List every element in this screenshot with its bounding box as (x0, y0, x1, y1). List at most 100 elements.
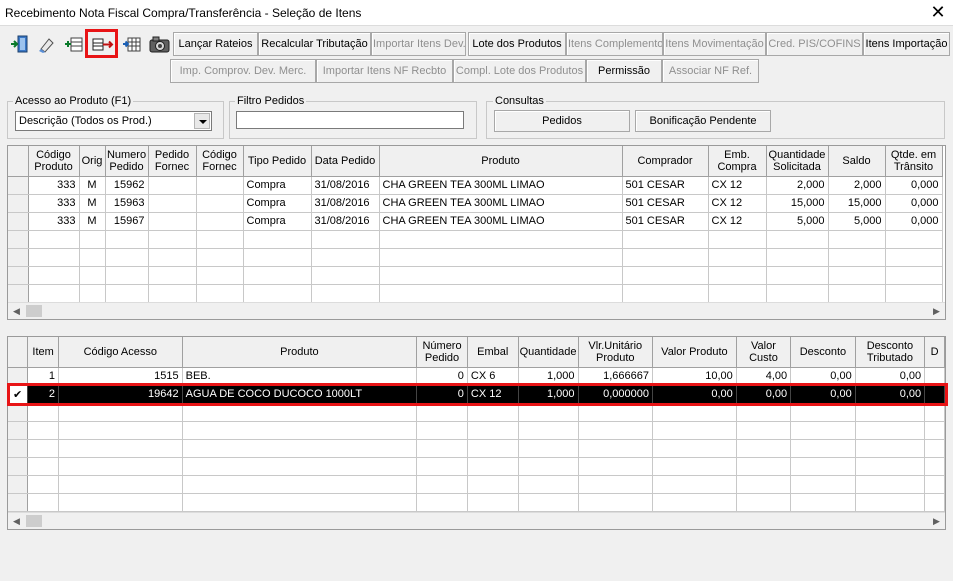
table-cell[interactable]: 4,00 (736, 367, 792, 386)
table-cell[interactable] (855, 457, 926, 476)
table-cell[interactable]: 0 (416, 367, 468, 386)
table-cell[interactable] (148, 194, 197, 213)
table-cell[interactable] (148, 284, 197, 303)
table-cell[interactable] (578, 421, 654, 440)
table-row[interactable] (8, 493, 945, 512)
table-cell[interactable]: CX 12 (467, 385, 519, 404)
table-cell[interactable] (885, 248, 943, 267)
lote-dos-produtos-button[interactable]: Lote dos Produtos (468, 32, 566, 56)
col-item[interactable]: Item (27, 337, 60, 368)
table-cell[interactable]: 0 (416, 385, 468, 404)
table-cell[interactable] (924, 493, 945, 512)
table-cell[interactable] (182, 403, 418, 422)
table-cell[interactable] (652, 403, 737, 422)
importar-itens-dev-button[interactable]: Importar Itens Dev. (371, 32, 466, 56)
cred-pis-cofins-button[interactable]: Cred. PIS/COFINS (766, 32, 863, 56)
col-numero-pedido[interactable]: Número Pedido (416, 337, 468, 368)
table-cell[interactable] (182, 475, 418, 494)
table-cell[interactable] (416, 403, 468, 422)
table-cell[interactable] (790, 421, 856, 440)
table-cell[interactable]: 501 CESAR (622, 212, 709, 231)
table-cell[interactable] (855, 421, 926, 440)
table-cell[interactable]: CHA GREEN TEA 300ML LIMAO (379, 176, 623, 195)
table-cell[interactable] (578, 403, 654, 422)
table-cell[interactable] (148, 212, 197, 231)
table-cell[interactable] (79, 266, 106, 285)
table-cell[interactable] (736, 439, 792, 458)
col-codigo-produto[interactable]: Código Produto (28, 146, 80, 177)
row-indicator[interactable] (8, 176, 29, 195)
insert-row-icon[interactable] (60, 31, 87, 56)
table-row[interactable] (8, 284, 943, 303)
table-cell[interactable]: 15963 (105, 194, 149, 213)
table-cell[interactable]: Compra (243, 194, 312, 213)
col-valor-produto[interactable]: Valor Produto (652, 337, 737, 368)
table-cell[interactable] (243, 266, 312, 285)
table-cell[interactable]: M (79, 176, 106, 195)
itens-importacao-button[interactable]: Itens Importação (863, 32, 950, 56)
table-cell[interactable]: Compra (243, 212, 312, 231)
table-cell[interactable] (379, 284, 623, 303)
row-indicator[interactable] (8, 475, 29, 494)
table-cell[interactable] (828, 266, 886, 285)
orders-hscrollbar[interactable]: ◀ ▶ (8, 302, 945, 319)
table-cell[interactable]: 19642 (58, 385, 183, 404)
table-cell[interactable] (196, 230, 244, 249)
col-codigo-fornec[interactable]: Código Fornec (196, 146, 244, 177)
table-cell[interactable] (28, 230, 80, 249)
table-cell[interactable] (518, 421, 579, 440)
table-cell[interactable]: 501 CESAR (622, 194, 709, 213)
table-cell[interactable] (27, 457, 60, 476)
table-cell[interactable] (652, 475, 737, 494)
table-cell[interactable]: 5,000 (766, 212, 829, 231)
table-cell[interactable] (790, 475, 856, 494)
table-cell[interactable] (148, 230, 197, 249)
col-quantidade[interactable]: Quantidade (518, 337, 579, 368)
table-cell[interactable] (828, 230, 886, 249)
table-cell[interactable] (924, 457, 945, 476)
table-cell[interactable] (885, 284, 943, 303)
items-grid[interactable]: Item Código Acesso Produto Número Pedido… (7, 336, 946, 530)
table-cell[interactable] (416, 457, 468, 476)
close-icon[interactable]: ✕ (928, 2, 948, 22)
table-row[interactable] (8, 266, 943, 285)
chevron-down-icon[interactable] (194, 113, 210, 129)
table-cell[interactable] (196, 212, 244, 231)
table-cell[interactable] (243, 248, 312, 267)
col-codigo-acesso[interactable]: Código Acesso (58, 337, 183, 368)
table-cell[interactable] (243, 230, 312, 249)
table-cell[interactable] (736, 403, 792, 422)
row-indicator[interactable] (8, 439, 29, 458)
table-cell[interactable] (736, 475, 792, 494)
table-cell[interactable] (790, 457, 856, 476)
table-cell[interactable] (467, 403, 519, 422)
table-cell[interactable] (416, 421, 468, 440)
col-numero-pedido[interactable]: Numero Pedido (105, 146, 149, 177)
table-cell[interactable] (467, 421, 519, 440)
table-cell[interactable] (27, 403, 60, 422)
table-cell[interactable] (58, 475, 183, 494)
table-cell[interactable] (518, 439, 579, 458)
table-cell[interactable] (416, 493, 468, 512)
col-quantidade-solicitada[interactable]: Quantidade Solicitada (766, 146, 829, 177)
recalcular-tributacao-button[interactable]: Recalcular Tributação (258, 32, 371, 56)
table-row[interactable] (8, 439, 945, 458)
table-cell[interactable]: 0,000 (885, 194, 943, 213)
table-cell[interactable] (379, 248, 623, 267)
import-items-icon[interactable] (85, 29, 118, 58)
col-tipo-pedido[interactable]: Tipo Pedido (243, 146, 312, 177)
table-cell[interactable]: 1 (27, 367, 60, 386)
row-indicator[interactable] (8, 421, 29, 440)
table-cell[interactable] (28, 248, 80, 267)
table-row[interactable]: 1 1515 BEB. 0 CX 6 1,000 1,666667 10,00 4,00 0,00… (8, 367, 945, 386)
table-cell[interactable]: 0,00 (790, 385, 856, 404)
table-cell[interactable] (27, 475, 60, 494)
table-cell[interactable]: 31/08/2016 (311, 176, 380, 195)
table-cell[interactable] (622, 284, 709, 303)
row-indicator[interactable] (8, 230, 29, 249)
table-row[interactable]: 333 M 15962 Compra 31/08/2016 CHA GREEN TEA 3… (8, 176, 943, 195)
items-hscrollbar[interactable]: ◀ ▶ (8, 512, 945, 529)
table-cell[interactable] (855, 475, 926, 494)
table-cell[interactable]: 15967 (105, 212, 149, 231)
table-cell[interactable] (652, 457, 737, 476)
